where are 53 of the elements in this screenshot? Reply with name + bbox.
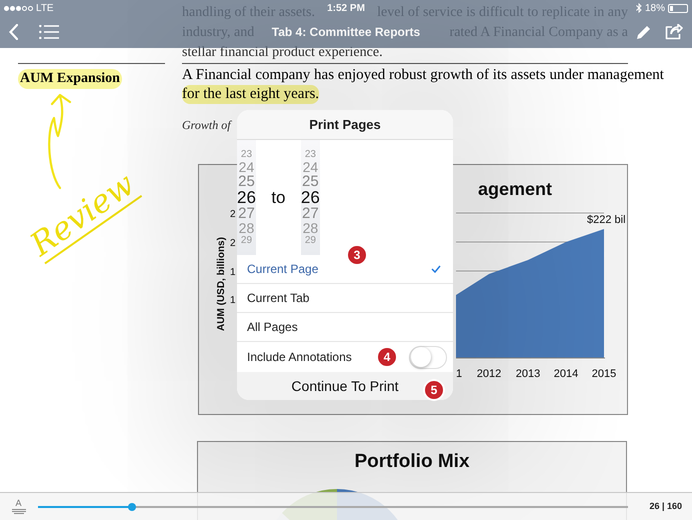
picker-number[interactable]: 24 xyxy=(302,160,318,174)
chart-title: agement xyxy=(478,179,552,199)
print-option[interactable]: All Pages xyxy=(237,313,453,342)
picker-number[interactable]: 25 xyxy=(302,174,319,189)
battery-percent: 18% xyxy=(644,2,665,16)
list-icon[interactable] xyxy=(39,25,59,39)
back-icon[interactable] xyxy=(9,24,18,40)
picker-number[interactable]: 27 xyxy=(302,206,319,221)
checkmark-icon xyxy=(431,265,441,273)
share-icon[interactable] xyxy=(665,24,683,40)
data-label: $222 bil xyxy=(587,214,626,226)
picker-number[interactable]: 26 xyxy=(237,189,256,206)
y-axis-label: 1 xyxy=(230,267,236,278)
body-text: A Financial company has enjoyed robust growth of its assets under management xyxy=(182,66,664,85)
y-axis-title: AUM (USD, billions) xyxy=(216,237,227,331)
picker-number[interactable]: 29 xyxy=(240,235,252,246)
picker-number[interactable]: 23 xyxy=(240,149,252,160)
option-label: Include Annotations xyxy=(247,349,352,366)
picker-number[interactable]: 27 xyxy=(238,206,255,221)
dialog-title: Print Pages xyxy=(309,116,381,134)
y-axis-label: 2 xyxy=(230,238,236,249)
picker-number[interactable]: 29 xyxy=(304,235,316,246)
x-axis-label: 2013 xyxy=(516,368,540,380)
x-axis-label: 2015 xyxy=(592,368,616,380)
body-text: stellar financial product experience. xyxy=(182,44,383,62)
chart-title: Portfolio Mix xyxy=(353,451,471,473)
number-picker[interactable]: 23 24 25 26 27 28 29 xyxy=(237,140,256,255)
page-counter: 26 | 160 xyxy=(649,500,682,513)
status-time: 1:52 PM xyxy=(327,2,365,16)
x-axis-label: 2012 xyxy=(476,368,502,380)
signal-icon xyxy=(4,6,33,10)
section-heading: AUM Expansion xyxy=(18,69,122,89)
screen-title: Tab 4: Committee Reports xyxy=(272,24,420,41)
range-separator: to xyxy=(271,186,286,209)
picker-number[interactable]: 26 xyxy=(300,189,320,206)
picker-number[interactable]: 28 xyxy=(302,221,318,235)
picker-number[interactable]: 28 xyxy=(238,221,254,235)
x-axis-label: 2014 xyxy=(554,368,578,380)
body-text: for the last eight years. xyxy=(182,85,320,104)
y-axis-label: 2 xyxy=(230,209,236,220)
picker-number[interactable]: 25 xyxy=(238,174,255,189)
pencil-icon[interactable] xyxy=(635,24,652,40)
bluetooth-icon xyxy=(636,3,642,13)
y-axis-label: 1 xyxy=(230,295,236,306)
picker-number[interactable]: 23 xyxy=(304,149,316,160)
chart-caption: Growth of xyxy=(182,117,231,134)
battery-icon xyxy=(668,4,688,12)
toggle-switch[interactable] xyxy=(409,346,447,368)
print-option[interactable]: Current Tab xyxy=(237,284,453,313)
number-picker[interactable]: 23 24 25 26 27 28 29 xyxy=(300,140,320,255)
picker-number[interactable]: 24 xyxy=(238,160,254,174)
x-axis-label: 1 xyxy=(456,368,462,380)
carrier-label: LTE xyxy=(36,2,54,16)
